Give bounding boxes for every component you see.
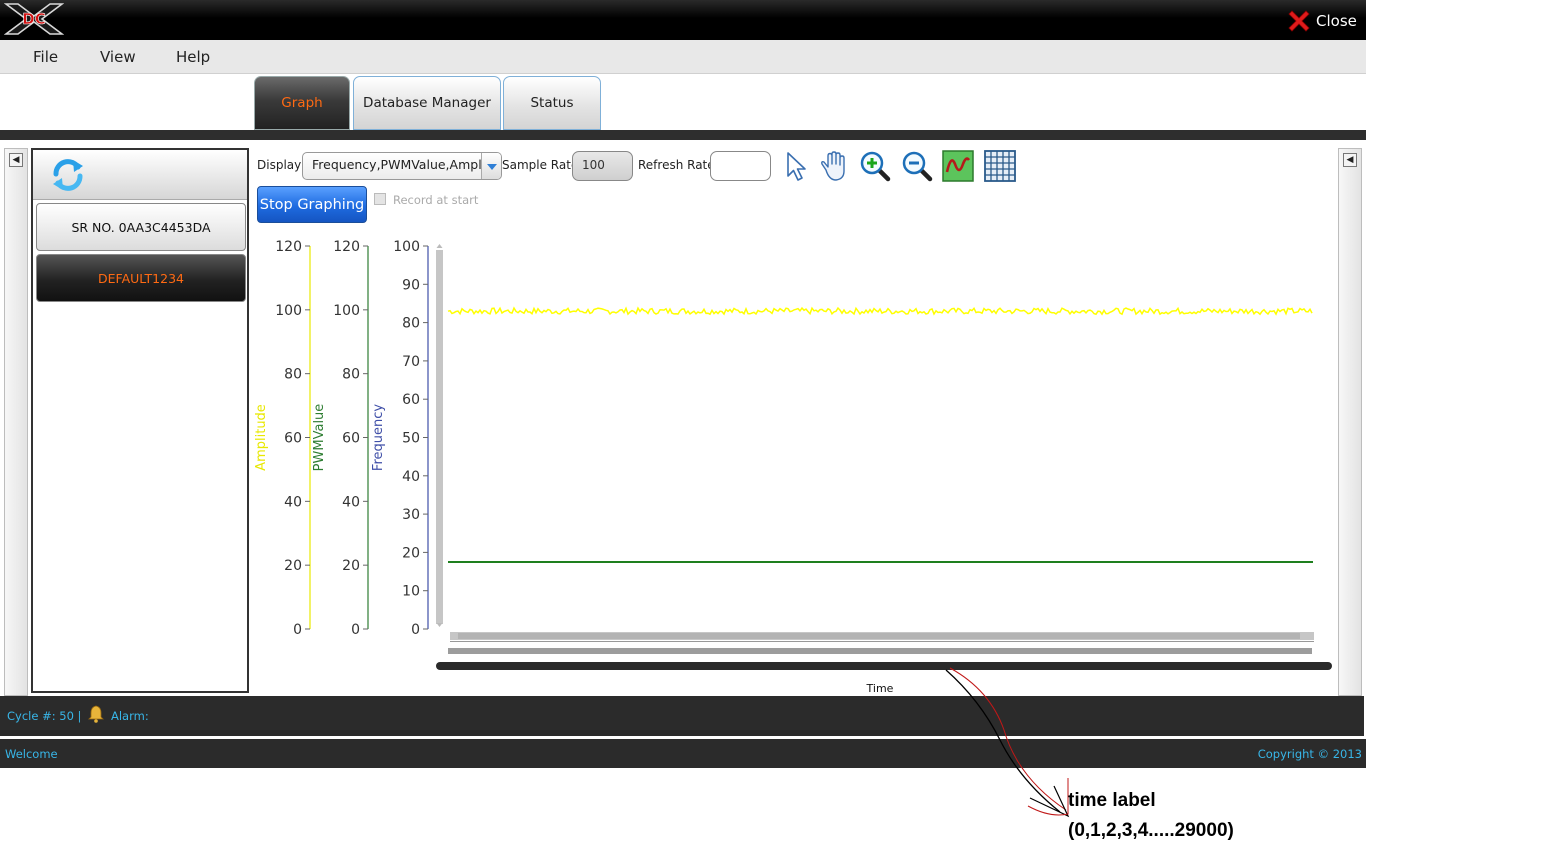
scroll-down-arrow-icon[interactable] [436, 623, 443, 627]
bell-icon [88, 705, 104, 723]
amplitude-axis-tick-label: 20 [284, 558, 302, 574]
cycle-count: Cycle #: 50 | [7, 709, 82, 723]
pwmvalue-axis-tick-label: 0 [351, 622, 360, 638]
alarm-label: Alarm: [111, 709, 149, 723]
x-axis-title: Time [866, 682, 894, 695]
frequency-axis-tick-label: 60 [402, 392, 420, 408]
close-button[interactable]: Close [1286, 8, 1357, 34]
chart-vertical-scrollbar[interactable] [436, 250, 443, 624]
amplitude-axis-tick-label: 40 [284, 494, 302, 510]
amplitude-axis-tick-label: 0 [293, 622, 302, 638]
zoom-in-icon[interactable] [858, 150, 892, 182]
logo-text: DC [22, 10, 45, 28]
sample-rate-label: Sample Rate [502, 158, 579, 172]
time-axis-bar [436, 662, 1332, 670]
frequency-axis-tick-label: 30 [402, 507, 420, 523]
right-collapse-strip: ◀ [1338, 148, 1362, 696]
pwmvalue-axis-tick-label: 120 [333, 239, 360, 255]
tab-status[interactable]: Status [503, 76, 601, 130]
frequency-axis-tick-label: 70 [402, 354, 420, 370]
chart-range-track[interactable] [448, 648, 1312, 654]
display-series-select[interactable]: Frequency,PWMValue,Amplitude [302, 152, 502, 180]
left-collapse-button[interactable]: ◀ [9, 153, 23, 167]
menu-bar: File View Help [0, 40, 1366, 74]
scroll-up-arrow-icon[interactable] [436, 244, 443, 248]
tab-graph[interactable]: Graph [254, 76, 350, 130]
pwmvalue-axis-tick-label: 20 [342, 558, 360, 574]
chart-scroll-divider [450, 641, 1314, 642]
pwmvalue-axis-tick-label: 60 [342, 431, 360, 447]
pwmvalue-axis-tick-label: 80 [342, 367, 360, 383]
pan-hand-icon[interactable] [817, 150, 851, 182]
frequency-axis-tick-label: 90 [402, 277, 420, 293]
frequency-axis-tick-label: 20 [402, 545, 420, 561]
display-select-value: Frequency,PWMValue,Amplitude [312, 157, 502, 172]
sample-rate-input[interactable]: 100 [572, 151, 633, 181]
refresh-rate-input[interactable] [710, 151, 771, 181]
chart-axes: 020406080100120Amplitude020406080100120P… [254, 239, 429, 638]
left-collapse-strip: ◀ [4, 148, 28, 696]
waveform-icon[interactable] [941, 150, 975, 182]
amplitude-axis-tick-label: 60 [284, 431, 302, 447]
annotation-line-2: (0,1,2,3,4.....29000) [1068, 820, 1234, 841]
pwmvalue-axis-tick-label: 100 [333, 303, 360, 319]
annotation-arrow [945, 667, 1070, 818]
footer-bar: Welcome Copyright © 2013 [0, 739, 1366, 768]
frequency-axis-tick-label: 100 [393, 239, 420, 255]
device-list-item-default[interactable]: DEFAULT1234 [36, 254, 246, 302]
record-at-start-checkbox[interactable] [374, 193, 386, 205]
menu-view[interactable]: View [100, 48, 136, 66]
menu-file[interactable]: File [33, 48, 58, 66]
welcome-text: Welcome [5, 747, 58, 761]
menu-help[interactable]: Help [176, 48, 210, 66]
right-collapse-button[interactable]: ◀ [1343, 153, 1357, 167]
frequency-axis-tick-label: 80 [402, 316, 420, 332]
close-label: Close [1316, 12, 1357, 30]
chevron-down-icon[interactable] [481, 153, 501, 179]
chart-horizontal-scroll-thumb[interactable] [458, 633, 1300, 639]
amplitude-axis-title: Amplitude [254, 404, 269, 471]
frequency-axis-tick-label: 10 [402, 584, 420, 600]
chart-plot-area [447, 306, 1313, 563]
display-label: Display [257, 158, 302, 172]
tab-database-manager[interactable]: Database Manager [353, 76, 501, 130]
amplitude-axis-tick-label: 120 [275, 239, 302, 255]
frequency-axis-tick-label: 0 [411, 622, 420, 638]
refresh-icon[interactable] [49, 156, 87, 194]
pointer-icon[interactable] [781, 150, 815, 182]
application-window: DC Close File View Help Graph Database M… [0, 0, 1568, 850]
grid-icon[interactable] [983, 150, 1017, 182]
amplitude-axis-tick-label: 80 [284, 367, 302, 383]
graph-chart: 020406080100120Amplitude020406080100120P… [254, 239, 1332, 695]
device-panel: SR NO. 0AA3C4453DA DEFAULT1234 [31, 148, 249, 693]
dc-logo: DC [4, 3, 64, 35]
refresh-rate-label: Refresh Rate [638, 158, 715, 172]
frequency-axis-tick-label: 40 [402, 469, 420, 485]
pwmvalue-axis-tick-label: 40 [342, 494, 360, 510]
stop-graphing-button[interactable]: Stop Graphing [257, 186, 367, 223]
frequency-axis-title: Frequency [371, 404, 386, 471]
zoom-out-icon[interactable] [900, 150, 934, 182]
title-bar: DC Close [0, 0, 1366, 40]
record-at-start-label: Record at start [393, 193, 479, 207]
close-icon [1288, 10, 1310, 32]
status-bar: Cycle #: 50 | Alarm: [0, 696, 1364, 736]
frequency-axis-tick-label: 50 [402, 431, 420, 447]
refresh-row [33, 150, 247, 200]
pwmvalue-axis-title: PWMValue [312, 404, 327, 472]
amplitude-series-line [447, 306, 1313, 316]
device-list-item-serial[interactable]: SR NO. 0AA3C4453DA [36, 203, 246, 251]
annotation-line-1: time label [1068, 790, 1156, 811]
tab-strip-divider [0, 130, 1366, 140]
amplitude-axis-tick-label: 100 [275, 303, 302, 319]
copyright-text: Copyright © 2013 [1257, 747, 1362, 761]
